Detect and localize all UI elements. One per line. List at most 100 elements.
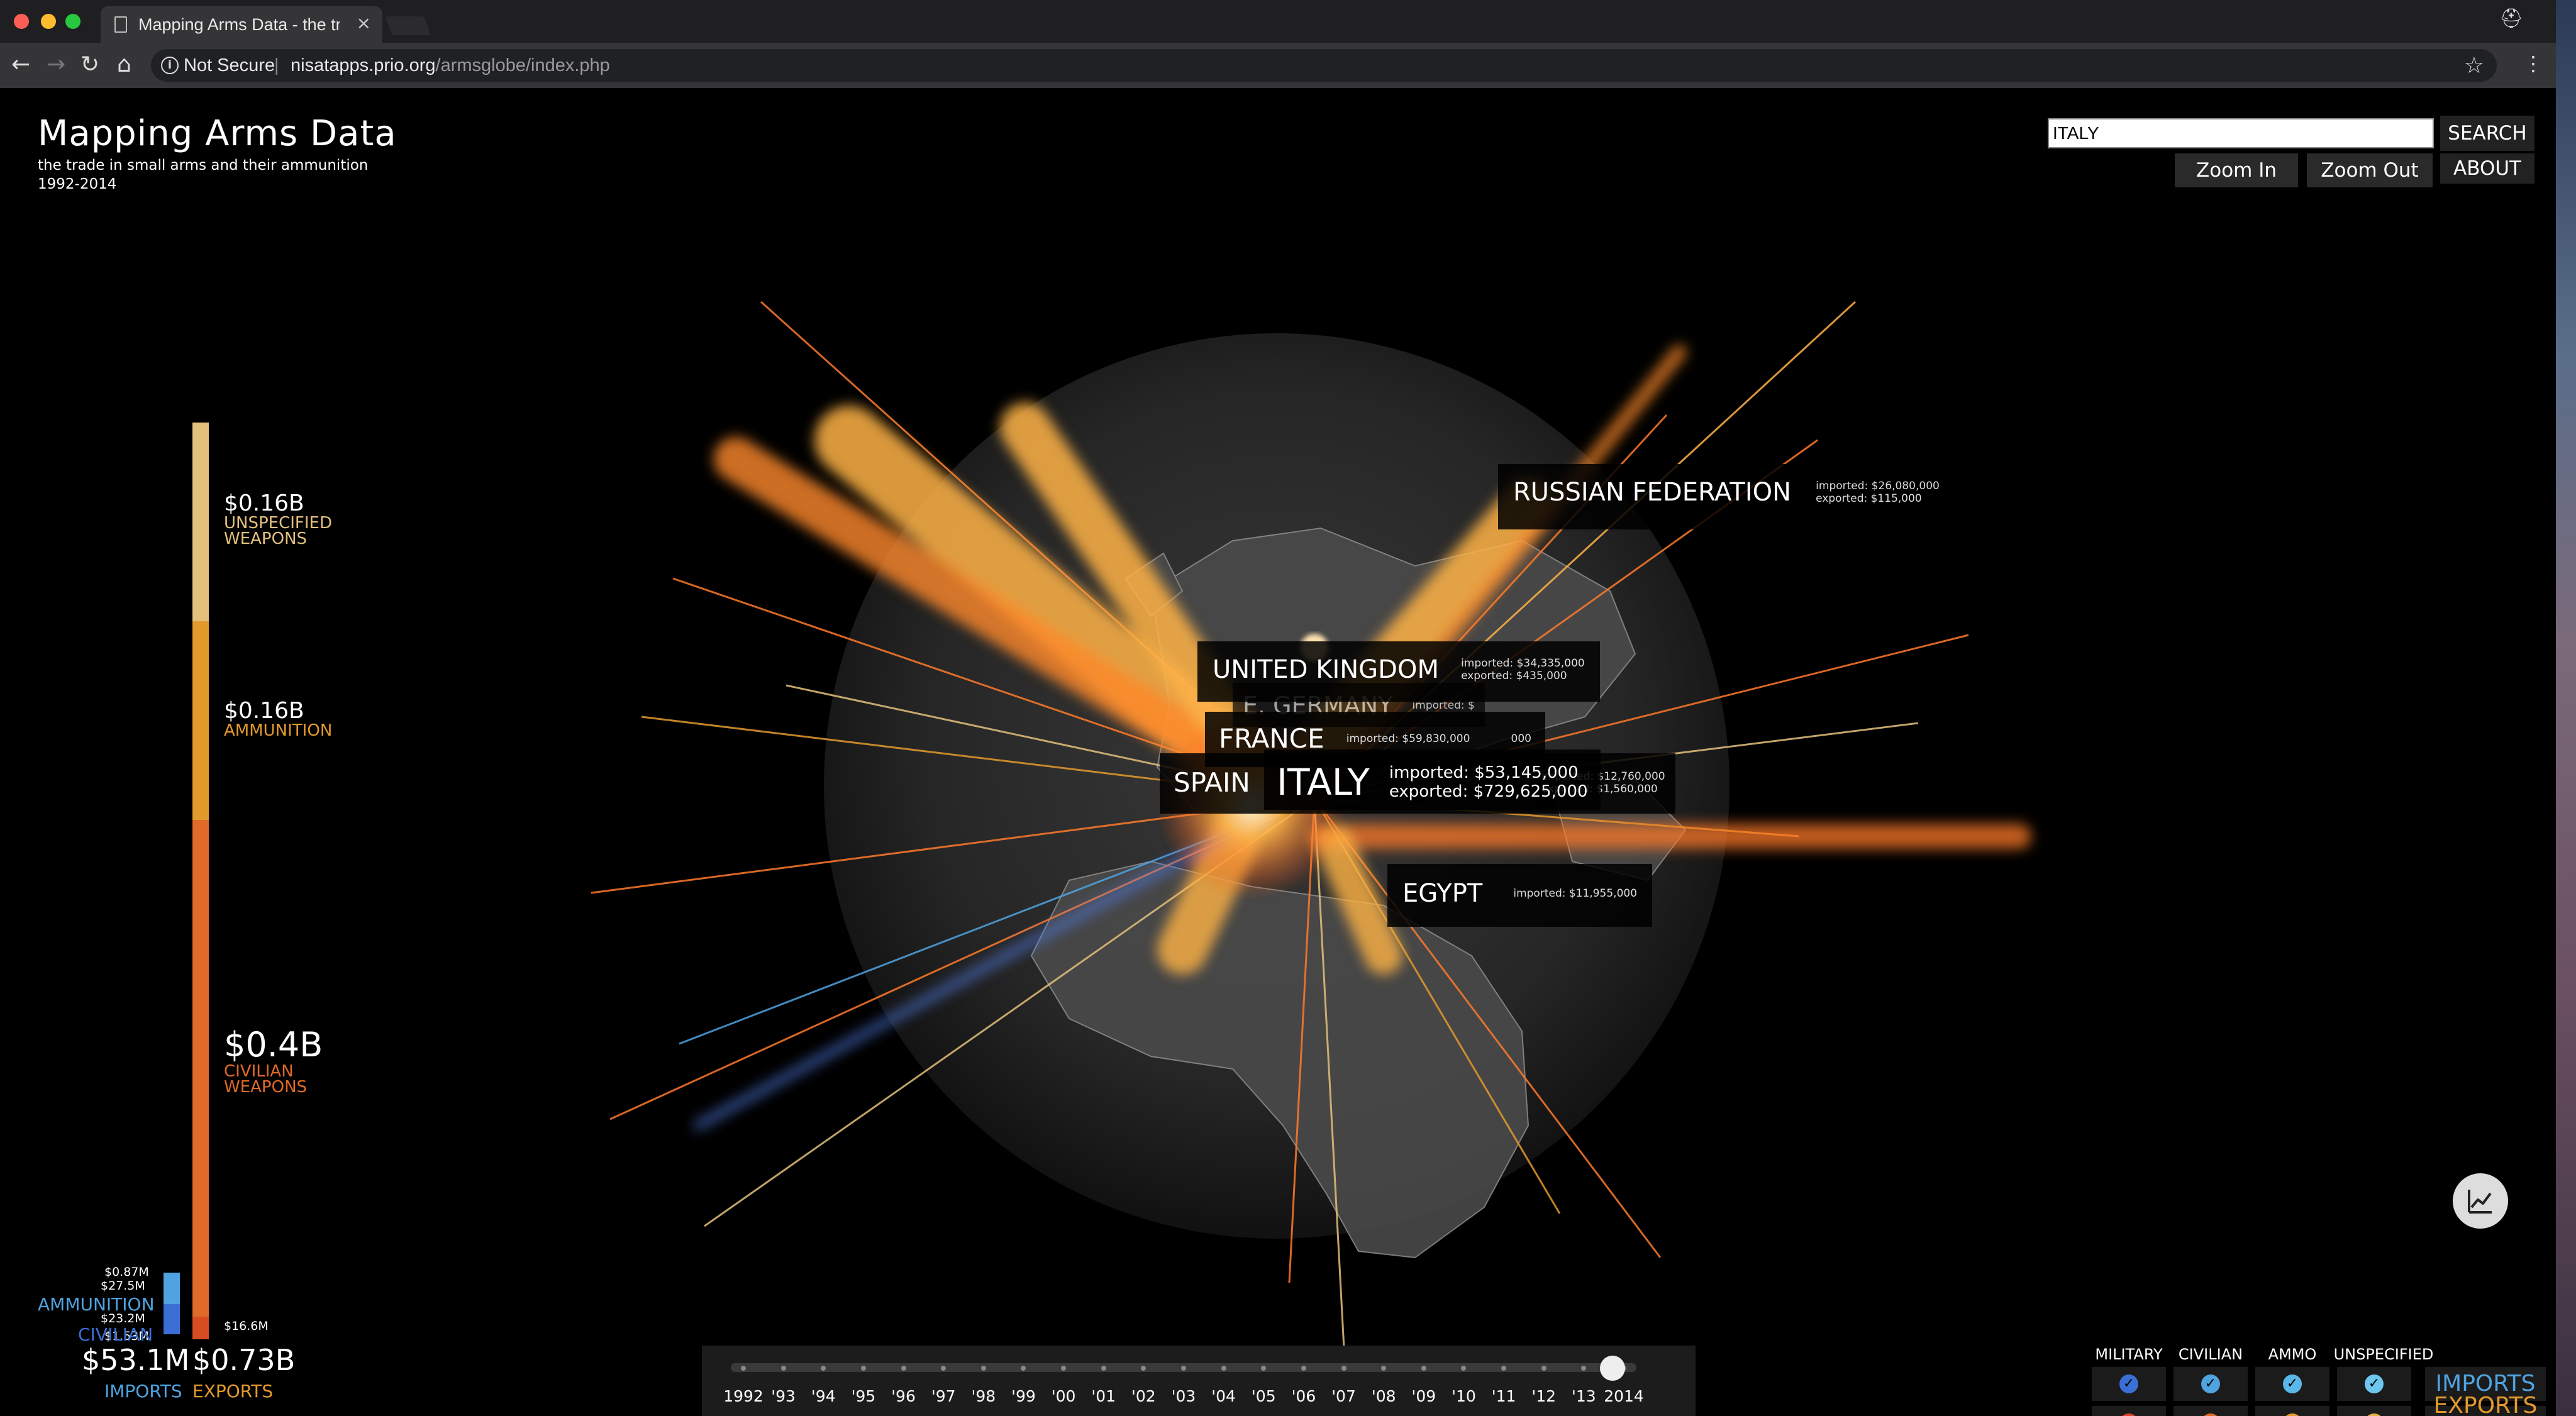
timeline-year-label[interactable]: '09 <box>1411 1387 1436 1405</box>
new-tab-button[interactable] <box>385 16 431 35</box>
filter-header-unspecified: UNSPECIFIED <box>2333 1346 2434 1363</box>
filter-header-military: MILITARY <box>2095 1346 2163 1363</box>
page-icon <box>114 16 127 33</box>
timeline-year-label[interactable]: '96 <box>891 1387 916 1405</box>
timeline-tick[interactable] <box>1421 1366 1426 1371</box>
timeline-year-label[interactable]: '98 <box>971 1387 996 1405</box>
minimize-window-button[interactable] <box>41 14 56 29</box>
back-arrow-icon[interactable]: ← <box>11 52 30 77</box>
timeline-tick[interactable] <box>860 1366 866 1371</box>
timeline-year-label[interactable]: '02 <box>1131 1387 1156 1405</box>
info-icon[interactable]: i <box>161 57 179 74</box>
timeline-tick[interactable] <box>780 1366 786 1371</box>
exported-value: exported: $115,000 <box>1816 492 1922 505</box>
zoom-in-button[interactable]: Zoom In <box>2175 153 2298 187</box>
timeline-year-label[interactable]: '94 <box>811 1387 836 1405</box>
checkmark-icon: ✓ <box>2119 1375 2138 1393</box>
imported-value: imported: $53,145,000 <box>1389 763 1579 782</box>
timeline-year-label[interactable]: '03 <box>1172 1387 1196 1405</box>
timeline-year-label[interactable]: '01 <box>1091 1387 1116 1405</box>
exports-unspecified-checkbox[interactable]: ✓ <box>2337 1406 2411 1416</box>
line-chart-icon[interactable] <box>2453 1173 2508 1229</box>
timeline-year-label[interactable]: '06 <box>1292 1387 1316 1405</box>
zoom-out-button[interactable]: Zoom Out <box>2307 153 2433 187</box>
timeline-tick[interactable] <box>901 1366 906 1371</box>
star-icon[interactable]: ☆ <box>2464 53 2484 79</box>
timeline-year-label[interactable]: '07 <box>1331 1387 1356 1405</box>
exports-civilian-checkbox[interactable]: ✓ <box>2174 1406 2248 1416</box>
timeline-year-label[interactable]: 2014 <box>1604 1387 1644 1405</box>
country-search-input[interactable] <box>2048 118 2434 148</box>
timeline-year-label[interactable]: '13 <box>1572 1387 1596 1405</box>
timeline-year-label[interactable]: 1992 <box>723 1387 763 1405</box>
timeline-year-label[interactable]: '00 <box>1052 1387 1076 1405</box>
profile-icon[interactable]: ⛑ <box>2499 8 2523 30</box>
timeline-year-label[interactable]: '08 <box>1372 1387 1396 1405</box>
bar-segment-ammunition <box>192 621 209 820</box>
timeline-year-label[interactable]: '04 <box>1211 1387 1236 1405</box>
country-label-italy[interactable]: ITALY imported: $53,145,000 exported: $72… <box>1264 749 1601 810</box>
address-bar[interactable]: i Not Secure | nisatapps.prio.org/armsgl… <box>151 49 2497 82</box>
tab-title: Mapping Arms Data - the trade in small a… <box>138 15 340 34</box>
country-stats: imported: $34,335,000 exported: $435,000 <box>1461 657 1585 682</box>
legend-civilian-value: $0.4B <box>224 1025 323 1065</box>
timeline-year-label[interactable]: '97 <box>931 1387 956 1405</box>
legend-ammunition-label: AMMUNITION <box>224 721 333 740</box>
security-label: Not Secure <box>184 55 275 75</box>
country-label-egypt[interactable]: EGYPT imported: $11,955,000 <box>1387 864 1653 927</box>
country-stats: imported: $26,080,000 exported: $115,000 <box>1816 480 1940 505</box>
url-host: nisatapps.prio.org <box>291 55 436 75</box>
timeline-tick[interactable] <box>1221 1366 1226 1371</box>
country-label-united-kingdom[interactable]: UNITED KINGDOM imported: $34,335,000 expo… <box>1197 641 1600 702</box>
checkmark-icon: ✓ <box>2283 1413 2302 1416</box>
reload-icon[interactable]: ↻ <box>80 52 99 77</box>
checkmark-icon: ✓ <box>2119 1413 2138 1416</box>
checkmark-icon: ✓ <box>2201 1413 2220 1416</box>
close-window-button[interactable] <box>14 14 29 29</box>
timeline-tick[interactable] <box>980 1366 986 1371</box>
timeline-year-label[interactable]: '05 <box>1252 1387 1276 1405</box>
exports-label: EXPORTS <box>192 1381 274 1402</box>
site-title: Mapping Arms Data <box>38 113 397 154</box>
country-label-russian-federation[interactable]: RUSSIAN FEDERATION imported: $26,080,000… <box>1498 464 1940 529</box>
home-icon[interactable]: ⌂ <box>117 52 131 77</box>
timeline-year-label[interactable]: '12 <box>1531 1387 1556 1405</box>
imported-value: imported: $34,335,000 <box>1461 657 1585 670</box>
country-stats: imported: $59,830,000 <box>1346 733 1470 745</box>
legend-military-value: $16.6M <box>224 1319 269 1333</box>
timeline-year-label[interactable]: '10 <box>1452 1387 1476 1405</box>
exports-ammo-checkbox[interactable]: ✓ <box>2255 1406 2329 1416</box>
exports-military-checkbox[interactable]: ✓ <box>2092 1406 2166 1416</box>
bar-segment-unspecified <box>192 423 209 621</box>
timeline-tick[interactable] <box>1181 1366 1186 1371</box>
timeline-tick[interactable] <box>741 1366 746 1371</box>
page-content: Mapping Arms Data the trade in small arm… <box>0 88 2556 1416</box>
exports-toggle[interactable]: EXPORTS <box>2425 1395 2546 1416</box>
imports-civilian-checkbox[interactable]: ✓ <box>2174 1367 2248 1401</box>
timeline-year-label[interactable]: '93 <box>771 1387 796 1405</box>
checkmark-icon: ✓ <box>2365 1375 2384 1393</box>
timeline-year-label[interactable]: '95 <box>852 1387 876 1405</box>
line-chart-icon-svg <box>2468 1190 2492 1214</box>
timeline-tick[interactable] <box>1341 1366 1346 1371</box>
search-button[interactable]: SEARCH <box>2440 116 2534 151</box>
imports-ammo-checkbox[interactable]: ✓ <box>2255 1367 2329 1401</box>
timeline-year-label[interactable]: '11 <box>1492 1387 1516 1405</box>
timeline-tick[interactable] <box>1541 1366 1546 1371</box>
kebab-menu-icon[interactable]: ⋮ <box>2523 52 2543 75</box>
timeline-slider-thumb[interactable] <box>1600 1356 1625 1381</box>
tab-close-icon[interactable]: × <box>357 13 371 33</box>
url-text[interactable]: nisatapps.prio.org/armsglobe/index.php <box>291 55 610 76</box>
timeline-tick[interactable] <box>1101 1366 1106 1371</box>
imports-unspecified-checkbox[interactable]: ✓ <box>2337 1367 2411 1401</box>
imports-military-checkbox[interactable]: ✓ <box>2092 1367 2166 1401</box>
about-button[interactable]: ABOUT <box>2440 153 2534 184</box>
timeline-year-label[interactable]: '99 <box>1011 1387 1036 1405</box>
maximize-window-button[interactable] <box>65 14 80 29</box>
timeline-tick[interactable] <box>1301 1366 1306 1371</box>
forward-arrow-icon[interactable]: → <box>47 52 65 77</box>
browser-tab[interactable]: Mapping Arms Data - the trade in small a… <box>101 6 382 43</box>
exports-total: $0.73B <box>192 1343 296 1377</box>
url-path: /armsglobe/index.php <box>435 55 610 75</box>
country-name: ITALY <box>1277 761 1370 804</box>
